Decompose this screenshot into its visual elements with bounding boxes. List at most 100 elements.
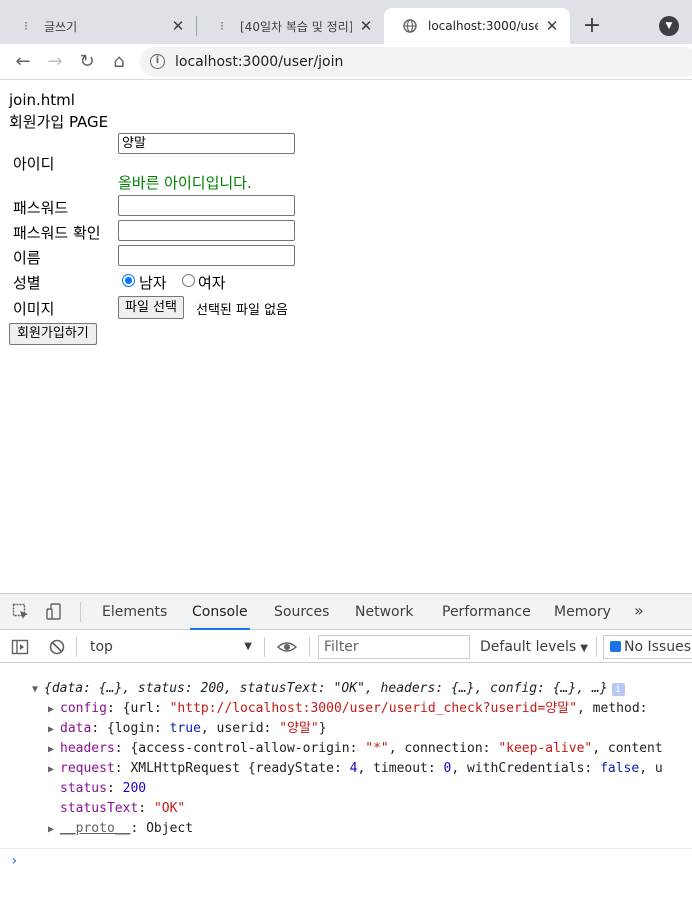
toolbar-divider [80,602,81,622]
close-tab-icon[interactable]: ✕ [170,18,186,34]
console-property-config[interactable]: ▶ config: {url: "http://localhost:3000/us… [48,699,647,720]
tab-performance[interactable]: Performance [440,594,533,630]
property-text: : {url: [106,701,170,716]
issues-button[interactable]: No Issues [603,635,692,659]
clear-console-icon[interactable] [48,638,66,656]
inspect-element-icon[interactable] [12,603,30,621]
property-key: headers [60,741,115,756]
device-toolbar-icon[interactable] [46,603,64,621]
file-select-button[interactable]: 파일 선택 [118,296,184,319]
devtools-panel: Elements Console Sources Network Perform… [0,593,692,910]
file-name-heading: join.html [9,91,75,109]
home-icon[interactable]: ⌂ [106,49,132,75]
console-filter-input[interactable]: Filter [318,635,470,659]
tab-search-icon[interactable]: ▼ [659,16,679,36]
tab-sources[interactable]: Sources [272,594,331,630]
console-property-statustext: statusText: "OK" [60,799,185,819]
console-property-status: status: 200 [60,779,146,799]
tab-console[interactable]: Console [190,594,250,630]
page-title: 회원가입 PAGE [9,113,109,131]
property-text: , timeout: [357,761,444,776]
log-levels-dropdown[interactable]: Default levels ▼ [480,636,588,660]
join-submit-button[interactable]: 회원가입하기 [9,323,97,345]
console-property-headers[interactable]: ▶ headers: {access-control-allow-origin: … [48,739,663,760]
new-tab-button[interactable]: + [578,12,606,40]
name-label: 이름 [13,249,41,267]
property-key: data [60,721,92,736]
tab-elements[interactable]: Elements [100,594,169,630]
property-string: "*" [365,741,389,756]
tab-network[interactable]: Network [353,594,415,630]
context-selector[interactable]: top ▼ [84,636,256,658]
expand-triangle-icon[interactable]: ▶ [48,740,60,760]
userid-label: 아이디 [13,155,55,173]
console-property-request[interactable]: ▶ request: XMLHttpRequest {readyState: 4,… [48,759,663,780]
close-tab-icon[interactable]: ✕ [358,18,374,34]
issues-flag-icon [610,641,621,652]
tistory-icon: ⁝ [220,19,224,33]
console-toolbar: top ▼ Filter Default levels ▼ No Issues [0,631,692,663]
tistory-icon: ⁝ [24,19,28,33]
site-info-icon[interactable]: i [150,54,165,69]
expand-triangle-icon[interactable]: ▶ [48,820,60,840]
console-property-data[interactable]: ▶ data: {login: true, userid: "양말"} [48,719,327,740]
browser-tab-strip: ⁝ 글쓰기 ✕ ⁝ [40일차 복습 및 정리] ✕ localhost:300… [0,0,692,44]
toolbar-divider [596,637,597,657]
toolbar-divider [309,637,310,657]
password-confirm-label: 패스워드 확인 [13,224,101,242]
gender-female-radio[interactable] [182,274,195,287]
expand-triangle-icon[interactable]: ▶ [48,760,60,780]
browser-tab[interactable]: ⁝ [40일차 복습 및 정리] ✕ [196,8,384,44]
live-expression-eye-icon[interactable] [276,638,298,656]
name-input[interactable] [118,245,295,266]
expand-triangle-icon[interactable]: ▶ [48,720,60,740]
password-input[interactable] [118,195,295,216]
property-key: __proto__ [60,821,131,836]
collapse-triangle-icon[interactable]: ▼ [32,680,44,700]
property-text: , u [639,761,663,776]
back-icon[interactable]: ← [10,49,36,75]
globe-icon [402,18,418,34]
property-boolean: true [169,721,201,736]
browser-tab-active[interactable]: localhost:3000/user/join ✕ [384,8,570,44]
property-string: "양말" [279,721,319,736]
forward-icon[interactable]: → [42,49,68,75]
more-tabs-icon[interactable]: » [634,594,644,630]
console-log-summary[interactable]: ▼ {data: {…}, status: 200, statusText: "O… [32,679,625,700]
gender-label: 성별 [13,274,41,292]
info-icon[interactable]: i [611,683,625,696]
console-output: ▼ {data: {…}, status: 200, statusText: "O… [0,664,692,910]
close-tab-icon[interactable]: ✕ [544,18,560,34]
gender-female-label: 여자 [198,274,226,292]
password-confirm-input[interactable] [118,220,295,241]
devtools-tab-bar: Elements Console Sources Network Perform… [0,594,692,630]
property-string: "http://localhost:3000/user/userid_check… [169,701,578,716]
toolbar-divider [76,637,77,657]
console-property-proto[interactable]: ▶ __proto__: Object [48,819,193,840]
tab-title: [40일차 복습 및 정리] [240,19,352,34]
userid-input[interactable]: 양말 [118,133,295,154]
property-text: : {login: [91,721,170,736]
console-prompt-row[interactable]: › [0,848,692,872]
context-value: top [90,639,113,655]
browser-tab[interactable]: ⁝ 글쓰기 ✕ [0,8,196,44]
page-content: join.html 회원가입 PAGE 아이디 양말 올바른 아이디입니다. 패… [0,81,692,593]
tab-memory[interactable]: Memory [552,594,613,630]
gender-male-radio[interactable] [122,274,135,287]
sidebar-toggle-icon[interactable] [11,638,29,656]
property-number: 200 [122,781,147,796]
property-text: : XMLHttpRequest {readyState: [114,761,350,776]
property-boolean: false [600,761,640,776]
property-text: , connection: [388,741,499,756]
address-bar[interactable]: i localhost:3000/user/join [140,47,692,77]
property-key: request [60,761,115,776]
property-colon: : [106,781,123,796]
image-label: 이미지 [13,300,55,318]
expand-triangle-icon[interactable]: ▶ [48,700,60,720]
console-prompt-icon: › [10,853,19,869]
reload-icon[interactable]: ↻ [74,49,100,75]
chevron-down-icon: ▼ [244,641,252,652]
gender-male-label: 남자 [139,274,167,292]
browser-toolbar: ← → ↻ ⌂ i localhost:3000/user/join [0,44,692,80]
log-levels-label: Default levels [480,639,577,655]
